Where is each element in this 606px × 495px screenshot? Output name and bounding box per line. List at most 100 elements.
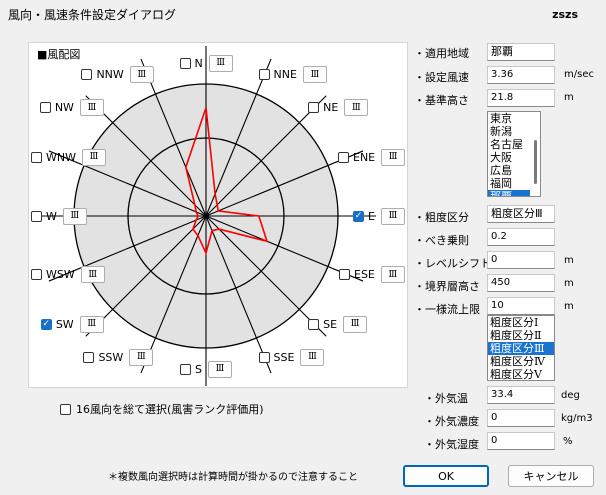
direction-ese[interactable]: ESE Ⅲ bbox=[339, 266, 405, 284]
wind-speed-label: ・設定風速 bbox=[414, 71, 469, 84]
roughness-option[interactable]: 粗度区分Ⅲ bbox=[488, 342, 554, 355]
direction-label-ene: ENE bbox=[353, 150, 376, 164]
direction-checkbox-ssw[interactable] bbox=[83, 351, 95, 363]
outdoor-humidity-unit: % bbox=[563, 436, 573, 447]
ok-button[interactable]: OK bbox=[403, 465, 489, 487]
outdoor-density-unit: kg/m3 bbox=[561, 413, 593, 424]
boundary-height-label: ・境界層高さ bbox=[414, 280, 480, 293]
boundary-height-field[interactable]: 450 bbox=[487, 274, 555, 292]
outdoor-temp-label: ・外気温 bbox=[424, 392, 468, 405]
level-shift-field[interactable]: 0 bbox=[487, 251, 555, 269]
direction-rank-button-ese[interactable]: Ⅲ bbox=[380, 266, 405, 284]
dialog-window: 風向・風速条件設定ダイアログ zszs ■風配図 NⅢNNEⅢNEⅢENEⅢEⅢ… bbox=[0, 0, 606, 495]
title-bar: 風向・風速条件設定ダイアログ zszs bbox=[0, 0, 606, 26]
direction-checkbox-nne[interactable] bbox=[258, 69, 270, 81]
direction-rank-button-ne[interactable]: Ⅲ bbox=[344, 99, 369, 117]
direction-label-s: S bbox=[195, 362, 202, 376]
direction-label-ese: ESE bbox=[354, 268, 375, 282]
direction-label-ne: NE bbox=[323, 101, 339, 115]
direction-w[interactable]: WⅢ bbox=[31, 207, 87, 225]
direction-checkbox-sw[interactable] bbox=[40, 318, 52, 330]
direction-rank-button-nnw[interactable]: Ⅲ bbox=[129, 66, 154, 84]
direction-rank-button-nw[interactable]: Ⅲ bbox=[79, 99, 104, 117]
direction-checkbox-sse[interactable] bbox=[258, 351, 270, 363]
outdoor-temp-field[interactable]: 33.4 bbox=[487, 386, 555, 404]
direction-ene[interactable]: ENE Ⅲ bbox=[338, 148, 406, 166]
roughness-field[interactable]: 粗度区分Ⅲ bbox=[487, 205, 555, 223]
wind-speed-field[interactable]: 3.36 bbox=[487, 66, 555, 84]
roughness-option[interactable]: 粗度区分Ⅱ bbox=[488, 329, 554, 342]
direction-rank-button-se[interactable]: Ⅲ bbox=[343, 315, 368, 333]
roughness-option[interactable]: 粗度区分Ⅴ bbox=[488, 368, 554, 380]
direction-checkbox-ne[interactable] bbox=[308, 102, 320, 114]
direction-rank-button-ene[interactable]: Ⅲ bbox=[381, 148, 406, 166]
level-shift-label: ・レベルシフト bbox=[414, 257, 491, 270]
direction-e[interactable]: EⅢ bbox=[353, 207, 405, 225]
direction-checkbox-n[interactable] bbox=[179, 57, 191, 69]
direction-checkbox-ene[interactable] bbox=[338, 151, 349, 163]
direction-checkbox-wsw[interactable] bbox=[31, 269, 42, 281]
direction-label-w: W bbox=[46, 209, 57, 223]
direction-label-wsw: WSW bbox=[46, 268, 75, 282]
roughness-option[interactable]: 粗度区分Ⅰ bbox=[488, 316, 554, 329]
direction-ne[interactable]: NE Ⅲ bbox=[308, 99, 369, 117]
area-field[interactable]: 那覇 bbox=[487, 43, 555, 61]
wind-rose-panel: ■風配図 NⅢNNEⅢNEⅢENEⅢEⅢESEⅢSEⅢSSEⅢSⅢSSWⅢSWⅢ… bbox=[28, 42, 408, 388]
direction-rank-button-w[interactable]: Ⅲ bbox=[62, 207, 87, 225]
select-all-directions[interactable]: 16風向を総て選択(風害ランク評価用) bbox=[60, 401, 264, 417]
uniform-limit-label: ・一様流上限 bbox=[414, 303, 480, 316]
outdoor-density-field[interactable]: 0 bbox=[487, 409, 555, 427]
cancel-button[interactable]: キャンセル bbox=[508, 465, 594, 487]
select-all-label: 16風向を総て選択(風害ランク評価用) bbox=[76, 403, 264, 416]
power-law-label: ・べき乗則 bbox=[414, 234, 469, 247]
select-all-checkbox[interactable] bbox=[60, 403, 71, 415]
direction-rank-button-ssw[interactable]: Ⅲ bbox=[129, 348, 154, 366]
direction-nw[interactable]: NW Ⅲ bbox=[39, 99, 104, 117]
direction-rank-button-n[interactable]: Ⅲ bbox=[208, 54, 233, 72]
direction-rank-button-e[interactable]: Ⅲ bbox=[380, 207, 405, 225]
level-shift-unit: m bbox=[564, 255, 574, 266]
direction-rank-button-wsw[interactable]: Ⅲ bbox=[80, 266, 105, 284]
direction-checkbox-nnw[interactable] bbox=[81, 69, 93, 81]
direction-label-ssw: SSW bbox=[98, 350, 124, 364]
roughness-option[interactable]: 粗度区分Ⅳ bbox=[488, 355, 554, 368]
direction-rank-button-sw[interactable]: Ⅲ bbox=[79, 315, 104, 333]
direction-rank-button-s[interactable]: Ⅲ bbox=[207, 360, 232, 378]
power-law-field[interactable]: 0.2 bbox=[487, 228, 555, 246]
uniform-limit-field[interactable]: 10 bbox=[487, 297, 555, 315]
outdoor-temp-unit: deg bbox=[561, 390, 580, 401]
outdoor-humidity-label: ・外気湿度 bbox=[424, 438, 479, 451]
roughness-label: ・粗度区分 bbox=[414, 211, 469, 224]
city-list-scrollbar[interactable] bbox=[530, 112, 540, 196]
direction-rank-button-wnw[interactable]: Ⅲ bbox=[81, 148, 106, 166]
outdoor-humidity-field[interactable]: 0 bbox=[487, 432, 555, 450]
direction-se[interactable]: SE Ⅲ bbox=[308, 315, 368, 333]
uniform-limit-unit: m bbox=[564, 301, 574, 312]
direction-label-nw: NW bbox=[54, 101, 74, 115]
direction-n[interactable]: NⅢ bbox=[179, 54, 233, 72]
direction-wsw[interactable]: WSW Ⅲ bbox=[31, 266, 105, 284]
direction-checkbox-se[interactable] bbox=[308, 318, 320, 330]
direction-checkbox-nw[interactable] bbox=[39, 102, 51, 114]
direction-checkbox-e[interactable] bbox=[353, 210, 364, 222]
window-title: 風向・風速条件設定ダイアログ bbox=[8, 8, 177, 22]
direction-checkbox-w[interactable] bbox=[31, 210, 42, 222]
direction-wnw[interactable]: WNW Ⅲ bbox=[31, 148, 106, 166]
direction-ssw[interactable]: SSW Ⅲ bbox=[83, 348, 154, 366]
direction-label-sw: SW bbox=[55, 317, 74, 331]
direction-rank-button-nne[interactable]: Ⅲ bbox=[302, 66, 327, 84]
direction-sw[interactable]: SW Ⅲ bbox=[40, 315, 104, 333]
direction-nne[interactable]: NNE Ⅲ bbox=[258, 66, 327, 84]
city-listbox[interactable]: 東京 新潟 名古屋 大阪 広島 福岡 那覇 bbox=[487, 111, 541, 197]
direction-s[interactable]: SⅢ bbox=[180, 360, 232, 378]
direction-checkbox-wnw[interactable] bbox=[31, 151, 42, 163]
title-right-text: zszs bbox=[552, 8, 578, 21]
direction-checkbox-ese[interactable] bbox=[339, 269, 350, 281]
direction-nnw[interactable]: NNW Ⅲ bbox=[81, 66, 154, 84]
ref-height-field[interactable]: 21.8 bbox=[487, 89, 555, 107]
direction-rank-button-sse[interactable]: Ⅲ bbox=[300, 348, 325, 366]
roughness-listbox[interactable]: 粗度区分Ⅰ 粗度区分Ⅱ 粗度区分Ⅲ 粗度区分Ⅳ 粗度区分Ⅴ bbox=[487, 315, 555, 381]
direction-sse[interactable]: SSE Ⅲ bbox=[258, 348, 325, 366]
direction-label-wnw: WNW bbox=[46, 150, 76, 164]
direction-checkbox-s[interactable] bbox=[180, 363, 191, 375]
